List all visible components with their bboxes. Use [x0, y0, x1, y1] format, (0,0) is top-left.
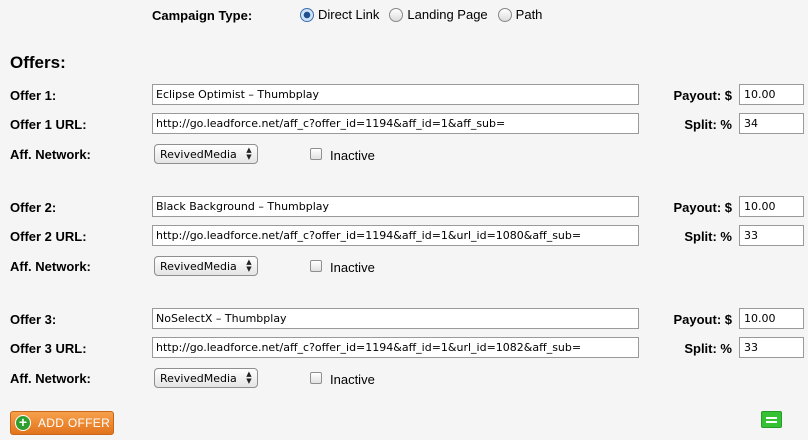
- select-value: RevivedMedia: [160, 148, 237, 161]
- campaign-type-label: Campaign Type:: [152, 8, 253, 23]
- menu-bar-icon: [766, 417, 777, 419]
- radio-button[interactable]: [389, 7, 404, 22]
- radio-button[interactable]: [300, 7, 314, 22]
- offer-1-inactive-checkbox[interactable]: [310, 148, 322, 160]
- equals-menu-button[interactable]: [761, 411, 782, 428]
- offers-heading: Offers:: [10, 53, 66, 72]
- offer-3-url-label: Offer 3 URL:: [10, 341, 87, 356]
- offer-1-split-input[interactable]: 34: [739, 113, 804, 134]
- offer-3-network-select[interactable]: RevivedMedia ▲ ▼: [154, 368, 258, 388]
- offer-2-payout-label: Payout: $: [673, 200, 732, 215]
- offer-2-name-input[interactable]: Black Background – Thumbplay: [152, 196, 639, 217]
- menu-bar-icon: [766, 421, 777, 423]
- offer-3-url-input[interactable]: http://go.leadforce.net/aff_c?offer_id=1…: [152, 337, 639, 358]
- radio-button[interactable]: [497, 7, 512, 22]
- offer-1-split-label: Split: %: [684, 117, 732, 132]
- offer-3-payout-label: Payout: $: [673, 312, 732, 327]
- offer-3-split-input[interactable]: 33: [739, 337, 804, 358]
- select-value: RevivedMedia: [160, 260, 237, 273]
- offer-2-url-label: Offer 2 URL:: [10, 229, 87, 244]
- offer-3-split-label: Split: %: [684, 341, 732, 356]
- offer-1-url-label: Offer 1 URL:: [10, 117, 87, 132]
- offer-1-name-input[interactable]: Eclipse Optimist – Thumbplay: [152, 84, 639, 105]
- offer-1-url-input[interactable]: http://go.leadforce.net/aff_c?offer_id=1…: [152, 113, 639, 134]
- offer-1-payout-input[interactable]: 10.00: [739, 84, 804, 105]
- offer-2-split-label: Split: %: [684, 229, 732, 244]
- offer-2-split-input[interactable]: 33: [739, 225, 804, 246]
- select-value: RevivedMedia: [160, 372, 237, 385]
- offer-1-name-label: Offer 1:: [10, 88, 57, 103]
- select-arrows-icon: ▲ ▼: [246, 370, 252, 385]
- offer-1-payout-label: Payout: $: [673, 88, 732, 103]
- offer-3-inactive-checkbox[interactable]: [310, 372, 322, 384]
- radio-label: Landing Page: [407, 7, 488, 22]
- campaign-type-option-path[interactable]: Path: [497, 7, 543, 22]
- campaign-type-option-landing-page[interactable]: Landing Page: [389, 7, 488, 22]
- offer-3-network-label: Aff. Network:: [10, 371, 91, 386]
- offer-2-inactive-checkbox[interactable]: [310, 260, 322, 272]
- offer-2-network-label: Aff. Network:: [10, 259, 91, 274]
- plus-icon: +: [15, 415, 31, 431]
- offer-1-network-label: Aff. Network:: [10, 147, 91, 162]
- offer-3-inactive-label: Inactive: [330, 372, 375, 387]
- offer-3-name-input[interactable]: NoSelectX – Thumbplay: [152, 308, 639, 329]
- add-offer-label: ADD OFFER: [38, 416, 111, 430]
- offer-2-network-select[interactable]: RevivedMedia ▲ ▼: [154, 256, 258, 276]
- select-arrows-icon: ▲ ▼: [246, 258, 252, 273]
- add-offer-button[interactable]: + ADD OFFER: [10, 411, 114, 435]
- offer-1-inactive-label: Inactive: [330, 148, 375, 163]
- offer-3-name-label: Offer 3:: [10, 312, 57, 327]
- offer-2-inactive-label: Inactive: [330, 260, 375, 275]
- select-arrows-icon: ▲ ▼: [246, 146, 252, 161]
- radio-label: Path: [515, 7, 543, 22]
- radio-label: Direct Link: [318, 7, 380, 22]
- offer-3-payout-input[interactable]: 10.00: [739, 308, 804, 329]
- campaign-type-radio-group: Direct Link Landing Page Path: [300, 7, 552, 22]
- offer-2-payout-input[interactable]: 10.00: [739, 196, 804, 217]
- offer-1-network-select[interactable]: RevivedMedia ▲ ▼: [154, 144, 258, 164]
- campaign-type-option-direct-link[interactable]: Direct Link: [300, 7, 379, 22]
- offer-2-name-label: Offer 2:: [10, 200, 57, 215]
- offer-2-url-input[interactable]: http://go.leadforce.net/aff_c?offer_id=1…: [152, 225, 639, 246]
